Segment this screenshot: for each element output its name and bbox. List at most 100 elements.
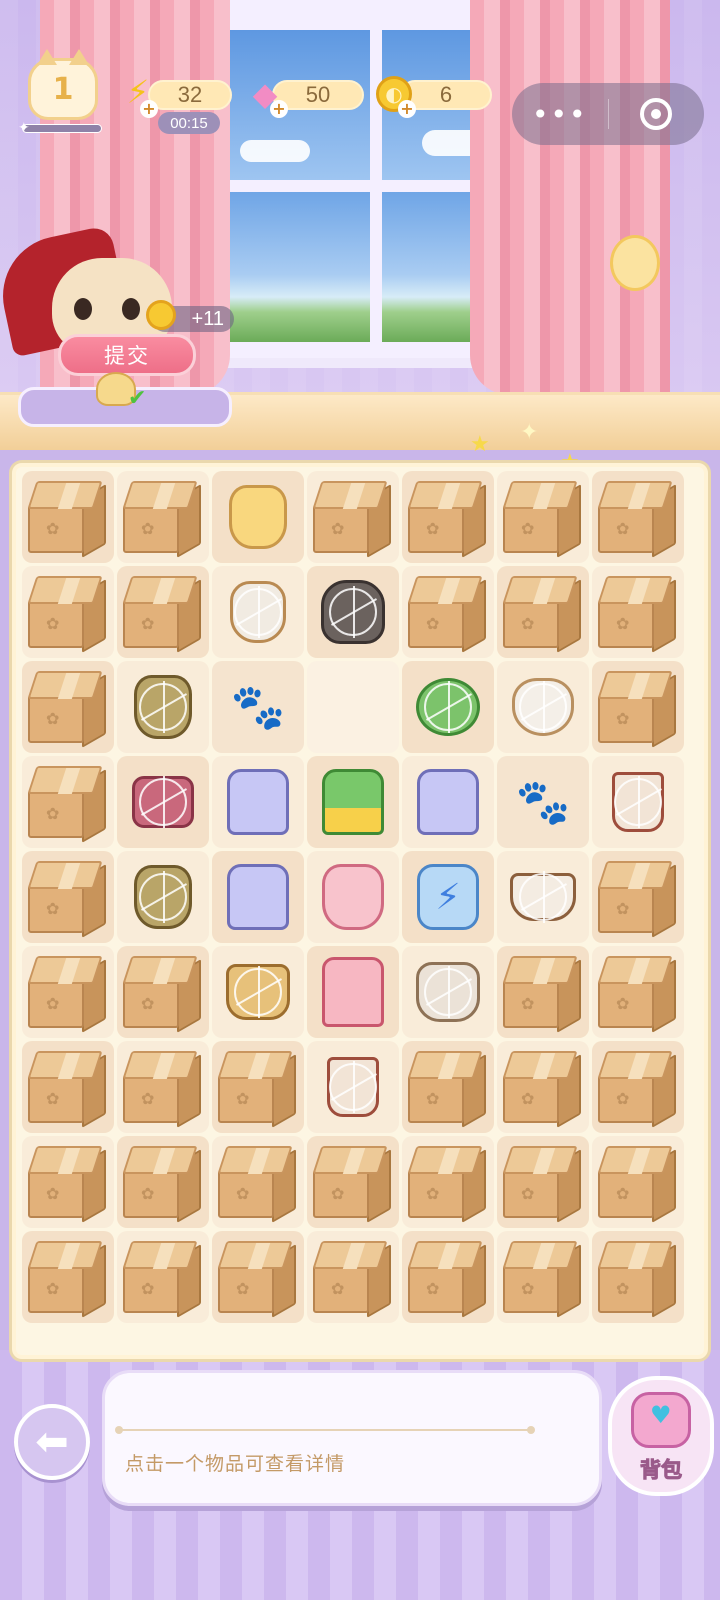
sparkle-icon: ★	[470, 432, 490, 457]
add-energy-plus-icon[interactable]: +	[140, 100, 158, 118]
board-cell-box[interactable]: ✿	[497, 1136, 589, 1228]
board-cell-empty[interactable]: 🐾	[497, 756, 589, 848]
board-cell-box[interactable]: ✿	[117, 946, 209, 1038]
board-cell-box[interactable]: ✿	[307, 471, 399, 563]
board-cell-box[interactable]: ✿	[402, 566, 494, 658]
board-cell-box[interactable]: ✿	[592, 471, 684, 563]
board-cell-box[interactable]: ✿	[402, 1041, 494, 1133]
cardboard-box-icon: ✿	[596, 1047, 680, 1128]
board-cell-box[interactable]: ✿	[307, 1231, 399, 1323]
board-cell-item[interactable]	[307, 756, 399, 848]
board-cell-item[interactable]	[402, 661, 494, 753]
board-cell-item[interactable]	[212, 946, 304, 1038]
cardboard-box-icon: ✿	[121, 1047, 205, 1128]
board-cell-box[interactable]: ✿	[22, 946, 114, 1038]
cardboard-box-icon: ✿	[596, 477, 680, 558]
add-gems-plus-icon[interactable]: +	[270, 100, 288, 118]
board-cell-box[interactable]: ✿	[402, 1231, 494, 1323]
board-cell-box[interactable]: ✿	[212, 1136, 304, 1228]
cobweb-icon	[424, 966, 472, 1018]
cardboard-box-icon: ✿	[121, 952, 205, 1033]
board-cell-item[interactable]	[117, 756, 209, 848]
board-cell-box[interactable]: ✿	[22, 1041, 114, 1133]
board-cell-box[interactable]: ✿	[592, 1231, 684, 1323]
add-coins-plus-icon[interactable]: +	[398, 100, 416, 118]
board-cell-box[interactable]: ✿	[117, 1231, 209, 1323]
energy-timer: 00:15	[158, 112, 220, 134]
cardboard-box-icon: ✿	[26, 857, 110, 938]
gem-value: 50	[305, 82, 331, 107]
board-cell-box[interactable]: ✿	[497, 1041, 589, 1133]
cardboard-box-icon: ✿	[596, 952, 680, 1033]
board-cell-box[interactable]: ✿	[117, 471, 209, 563]
board-cell-item[interactable]: ⚡	[402, 851, 494, 943]
board-cell-item[interactable]	[402, 946, 494, 1038]
more-options-button[interactable]: •••	[512, 98, 608, 131]
dress-olive-icon	[125, 669, 201, 745]
close-miniprogram-button[interactable]	[609, 98, 705, 130]
board-cell-box[interactable]: ✿	[402, 1136, 494, 1228]
cardboard-box-icon: ✿	[26, 952, 110, 1033]
energy-counter[interactable]: 32	[148, 80, 232, 110]
board-cell-item[interactable]	[307, 851, 399, 943]
board-cell-box[interactable]: ✿	[307, 1136, 399, 1228]
board-cell-box[interactable]: ✿	[212, 1231, 304, 1323]
cardboard-box-icon: ✿	[121, 1142, 205, 1223]
cardboard-box-icon: ✿	[596, 572, 680, 653]
level-badge[interactable]: 1	[28, 49, 98, 120]
board-cell-box[interactable]: ✿	[402, 471, 494, 563]
energy-icon: ⚡	[410, 859, 486, 935]
board-cell-item[interactable]	[307, 566, 399, 658]
board-cell-item[interactable]	[497, 851, 589, 943]
board-cell-box[interactable]: ✿	[592, 661, 684, 753]
board-cell-box[interactable]: ✿	[592, 566, 684, 658]
board-cell-box[interactable]: ✿	[22, 1231, 114, 1323]
board-cell-box[interactable]: ✿	[592, 1041, 684, 1133]
board-cell-item[interactable]	[212, 756, 304, 848]
board-cell-box[interactable]: ✿	[117, 1041, 209, 1133]
board-cell-item[interactable]	[212, 566, 304, 658]
board-cell-box[interactable]: ✿	[22, 661, 114, 753]
order-reward-value: +11	[191, 307, 224, 330]
board-cell-item[interactable]	[212, 471, 304, 563]
board-cell-box[interactable]: ✿	[22, 471, 114, 563]
board-cell-box[interactable]: ✿	[22, 566, 114, 658]
curtain-right	[470, 0, 670, 395]
board-cell-item[interactable]	[117, 661, 209, 753]
board-cell-box[interactable]: ✿	[212, 1041, 304, 1133]
board-cell-item[interactable]	[117, 851, 209, 943]
cat-eye	[122, 298, 140, 320]
board-cell-empty[interactable]: 🐾	[212, 661, 304, 753]
board-cell-item[interactable]	[497, 661, 589, 753]
cobweb-icon	[139, 681, 187, 733]
cardboard-box-icon: ✿	[216, 1142, 300, 1223]
board-cell-box[interactable]: ✿	[497, 471, 589, 563]
back-button[interactable]: ⬅	[14, 1404, 90, 1480]
board-cell-box[interactable]: ✿	[592, 946, 684, 1038]
board-cell-box[interactable]: ✿	[592, 851, 684, 943]
board-cell-box[interactable]: ✿	[22, 851, 114, 943]
board-cell-item[interactable]	[307, 1041, 399, 1133]
board-cell-box[interactable]: ✿	[497, 566, 589, 658]
board-cell-box[interactable]: ✿	[592, 1136, 684, 1228]
cardboard-box-icon: ✿	[121, 572, 205, 653]
coin-value: 6	[439, 82, 453, 107]
board-cell-box[interactable]: ✿	[497, 1231, 589, 1323]
cardboard-box-icon: ✿	[26, 762, 110, 843]
board-cell-box[interactable]: ✿	[117, 566, 209, 658]
submit-order-button[interactable]: 提交	[58, 334, 196, 376]
board-cell-item[interactable]	[307, 946, 399, 1038]
board-cell-box[interactable]: ✿	[22, 1136, 114, 1228]
cardboard-box-icon: ✿	[501, 477, 585, 558]
board-cell-item[interactable]	[402, 756, 494, 848]
bag-button[interactable]: 背包	[608, 1376, 714, 1496]
mug-tea-icon	[220, 954, 296, 1030]
cardboard-box-icon: ✿	[216, 1047, 300, 1128]
board-cell-item[interactable]	[212, 851, 304, 943]
arrow-left-icon: ⬅	[35, 1419, 69, 1465]
board-cell-box[interactable]: ✿	[22, 756, 114, 848]
board-cell-item[interactable]	[592, 756, 684, 848]
board-cell-box[interactable]: ✿	[117, 1136, 209, 1228]
board-cell-empty[interactable]	[307, 661, 399, 753]
board-cell-box[interactable]: ✿	[497, 946, 589, 1038]
